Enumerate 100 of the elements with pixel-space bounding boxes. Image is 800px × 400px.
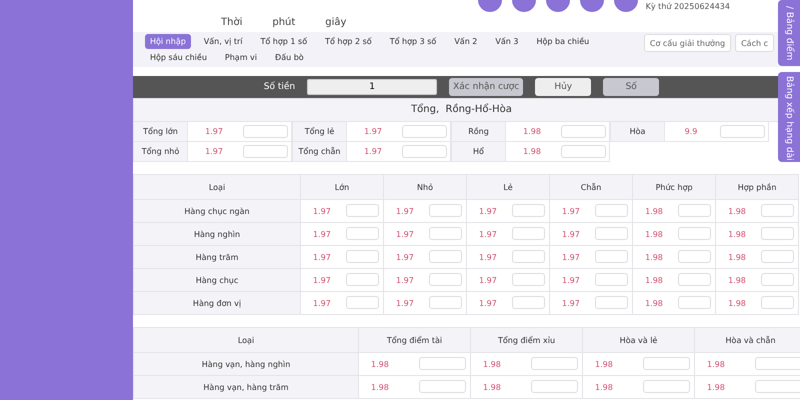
odds-value: 1.98 bbox=[632, 222, 674, 246]
side-tab[interactable]: Bảng xếp hạng dài bbox=[778, 72, 800, 162]
stake-field[interactable] bbox=[591, 292, 633, 314]
stake-field[interactable] bbox=[674, 268, 716, 292]
odds-value: 1.98 bbox=[716, 200, 758, 222]
bet-type-tab[interactable]: Phạm vi bbox=[220, 50, 262, 65]
nav-button[interactable]: Cách c bbox=[735, 34, 774, 52]
stake-field[interactable] bbox=[414, 376, 471, 398]
odds-value: 1.97 bbox=[384, 222, 426, 246]
stake-field[interactable] bbox=[717, 122, 769, 142]
odds-value: 1.97 bbox=[550, 222, 592, 246]
column-header: Lớn bbox=[300, 174, 384, 200]
bet-label: Rồng bbox=[451, 122, 506, 142]
stake-field[interactable] bbox=[399, 142, 451, 162]
odds-value: 1.97 bbox=[384, 292, 426, 314]
amount-field[interactable]: 1 bbox=[307, 79, 438, 95]
odds-value: 1.97 bbox=[384, 200, 426, 222]
bet-type-tab[interactable]: Vấn, vị trí bbox=[198, 34, 248, 49]
time-unit-label: Thời bbox=[221, 17, 242, 28]
stake-field[interactable] bbox=[591, 222, 633, 246]
odds-value: 1.98 bbox=[358, 376, 414, 398]
stake-field[interactable] bbox=[425, 246, 467, 268]
stake-field[interactable] bbox=[638, 352, 695, 376]
column-header: Hợp phần bbox=[716, 174, 799, 200]
odds-value: 1.97 bbox=[300, 268, 342, 292]
odds-value: 1.98 bbox=[470, 352, 527, 376]
stake-field[interactable] bbox=[526, 376, 583, 398]
bet-label: Tổng chẵn bbox=[292, 142, 347, 162]
bet-bar-button[interactable]: Xác nhận cược bbox=[449, 78, 524, 96]
stake-field[interactable] bbox=[757, 268, 799, 292]
bet-label: Hổ bbox=[451, 142, 506, 162]
stake-field[interactable] bbox=[342, 292, 384, 314]
odds-value: 1.98 bbox=[582, 352, 639, 376]
column-header: Nhỏ bbox=[384, 174, 467, 200]
odds-value: 1.97 bbox=[550, 200, 592, 222]
time-unit-label: giây bbox=[325, 17, 346, 28]
stake-field[interactable] bbox=[757, 200, 799, 222]
stake-field[interactable] bbox=[342, 246, 384, 268]
bet-type-tab[interactable]: Tổ hợp 3 số bbox=[384, 34, 442, 49]
stake-field[interactable] bbox=[757, 246, 799, 268]
stake-field[interactable] bbox=[558, 142, 610, 162]
stake-field[interactable] bbox=[342, 222, 384, 246]
bet-label: Tổng lớn bbox=[133, 122, 188, 142]
stake-field[interactable] bbox=[399, 122, 451, 142]
odds-value: 1.97 bbox=[300, 292, 342, 314]
stake-field[interactable] bbox=[508, 200, 550, 222]
stake-field[interactable] bbox=[240, 122, 292, 142]
column-header: Tổng điểm tài bbox=[358, 328, 471, 352]
stake-field[interactable] bbox=[508, 292, 550, 314]
bet-type-tab[interactable]: Vấn 2 bbox=[449, 34, 482, 49]
row-label: Hàng vạn, hàng nghìn bbox=[134, 352, 358, 376]
odds-value: 1.98 bbox=[716, 292, 758, 314]
bet-type-tab[interactable]: Tổ hợp 2 số bbox=[320, 34, 377, 49]
stake-field[interactable] bbox=[591, 246, 633, 268]
nav-button[interactable]: Cơ cấu giải thưởng bbox=[644, 34, 732, 52]
odds-value: 1.97 bbox=[550, 292, 592, 314]
odds-value: 1.98 bbox=[632, 200, 674, 222]
side-tab[interactable]: / Bảng điểm bbox=[778, 0, 800, 66]
column-header: Loại bbox=[134, 174, 300, 200]
column-header: Loại bbox=[134, 328, 358, 352]
column-header: Phức hợp bbox=[632, 174, 716, 200]
stake-field[interactable] bbox=[591, 200, 633, 222]
stake-field[interactable] bbox=[508, 268, 550, 292]
stake-field[interactable] bbox=[425, 268, 467, 292]
stake-field[interactable] bbox=[342, 268, 384, 292]
stake-field[interactable] bbox=[558, 122, 610, 142]
stake-field[interactable] bbox=[425, 222, 467, 246]
stake-field[interactable] bbox=[674, 246, 716, 268]
odds-value: 1.97 bbox=[300, 222, 342, 246]
odds-value: 1.98 bbox=[632, 246, 674, 268]
stake-field[interactable] bbox=[425, 292, 467, 314]
odds-value: 1.97 bbox=[466, 222, 508, 246]
stake-field[interactable] bbox=[414, 352, 471, 376]
column-header: Chẵn bbox=[550, 174, 633, 200]
bet-label: Tổng lẻ bbox=[292, 122, 347, 142]
stake-field[interactable] bbox=[757, 222, 799, 246]
bet-type-tab[interactable]: Vấn 3 bbox=[490, 34, 524, 49]
stake-field[interactable] bbox=[240, 142, 292, 162]
stake-field[interactable] bbox=[674, 222, 716, 246]
stake-field[interactable] bbox=[591, 268, 633, 292]
odds-value: 1.97 bbox=[466, 292, 508, 314]
bet-type-tab[interactable]: Tổ hợp 1 số bbox=[255, 34, 312, 49]
odds-value: 1.98 bbox=[716, 222, 758, 246]
stake-field[interactable] bbox=[508, 222, 550, 246]
bet-type-tab[interactable]: Hội nhập bbox=[145, 34, 191, 49]
stake-field[interactable] bbox=[342, 200, 384, 222]
stake-field[interactable] bbox=[425, 200, 467, 222]
bet-bar-button[interactable]: Số bbox=[603, 78, 660, 96]
stake-field[interactable] bbox=[526, 352, 583, 376]
stake-field[interactable] bbox=[508, 246, 550, 268]
stake-field[interactable] bbox=[638, 376, 695, 398]
stake-field[interactable] bbox=[674, 292, 716, 314]
amount-label: Số tiền bbox=[264, 82, 296, 92]
bet-type-tab[interactable]: Hộp sáu chiều bbox=[145, 50, 212, 65]
bet-bar-button[interactable]: Hủy bbox=[535, 78, 592, 96]
stake-field[interactable] bbox=[674, 200, 716, 222]
bet-type-tab[interactable]: Hộp ba chiều bbox=[531, 34, 594, 49]
time-unit-label: phút bbox=[272, 17, 296, 28]
stake-field[interactable] bbox=[757, 292, 799, 314]
bet-type-tab[interactable]: Đấu bò bbox=[270, 50, 309, 65]
